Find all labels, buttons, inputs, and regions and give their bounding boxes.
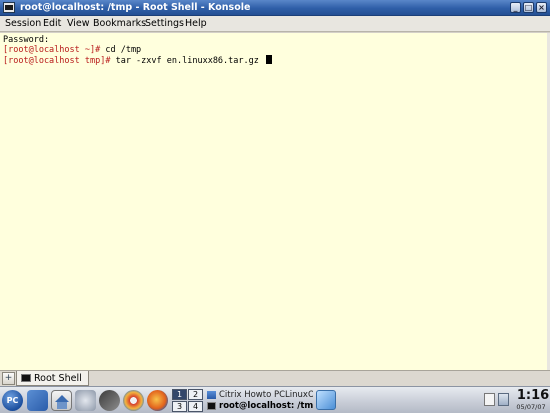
minimize-button[interactable]: _ <box>510 2 521 13</box>
network-tray-icon[interactable] <box>316 390 336 410</box>
start-menu-label: PC <box>6 396 19 405</box>
clock-time[interactable]: 1:16 <box>516 388 550 403</box>
taskbar-item-konsole[interactable]: root@localhost: /tmp <box>207 400 313 411</box>
new-session-icon[interactable]: + <box>2 372 15 385</box>
clipboard-tray-icon[interactable] <box>484 393 495 406</box>
desktop-3[interactable]: 3 <box>172 401 187 412</box>
package-manager-icon[interactable] <box>99 390 120 411</box>
clock-date: 05/07/07 <box>516 403 546 411</box>
terminal-line: Password: <box>3 35 547 45</box>
terminal-command: tar -zxvf en.linuxx86.tar.gz <box>110 56 259 66</box>
tab-root-shell[interactable]: Root Shell <box>16 371 89 386</box>
menu-edit[interactable]: Edit <box>42 17 62 30</box>
taskbar-item-label: Citrix Howto PCLinuxOS <box>219 389 313 400</box>
home-folder-icon[interactable] <box>51 390 72 411</box>
show-desktop-icon[interactable] <box>27 390 48 411</box>
maximize-button[interactable]: □ <box>523 2 534 13</box>
terminal-icon <box>21 374 31 382</box>
menu-bookmarks[interactable]: Bookmarks <box>92 17 147 30</box>
terminal-line: [root@localhost ~]# cd /tmp <box>3 45 547 55</box>
terminal-command: cd /tmp <box>100 45 142 55</box>
desktop-pager: 1 2 3 4 <box>172 389 204 412</box>
control-center-icon[interactable] <box>75 390 96 411</box>
window-titlebar[interactable]: root@localhost: /tmp - Root Shell - Kons… <box>0 0 550 16</box>
menu-settings[interactable]: Settings <box>144 17 185 30</box>
desktop-2[interactable]: 2 <box>188 389 203 400</box>
terminal-line: [root@localhost tmp]# tar -zxvf en.linux… <box>3 55 547 66</box>
close-button[interactable]: × <box>536 2 547 13</box>
taskbar-item-browser[interactable]: Citrix Howto PCLinuxOS <box>207 389 313 400</box>
desktop-4[interactable]: 4 <box>188 401 203 412</box>
desktop-1[interactable]: 1 <box>172 389 187 400</box>
terminal-cursor <box>265 55 272 64</box>
menu-view[interactable]: View <box>66 17 91 30</box>
terminal-text: Password: <box>3 35 50 45</box>
window-title: root@localhost: /tmp - Root Shell - Kons… <box>20 2 251 13</box>
terminal-output[interactable]: Password: [root@localhost ~]# cd /tmp [r… <box>0 33 550 370</box>
konsole-app-icon[interactable] <box>3 2 15 13</box>
session-tab-bar: + Root Shell <box>0 370 550 386</box>
menu-bar: Session Edit View Bookmarks Settings Hel… <box>0 16 550 32</box>
shell-prompt: [root@localhost ~]# <box>3 45 101 55</box>
help-lifebuoy-icon[interactable] <box>123 390 144 411</box>
taskbar-item-label: root@localhost: /tmp <box>219 400 313 411</box>
shell-prompt: [root@localhost tmp]# <box>3 56 111 66</box>
tab-label: Root Shell <box>34 372 82 384</box>
volume-tray-icon[interactable] <box>498 393 509 406</box>
menu-session[interactable]: Session <box>4 17 42 30</box>
konqueror-icon <box>207 390 216 399</box>
konsole-icon <box>207 401 216 410</box>
menu-help[interactable]: Help <box>184 17 208 30</box>
kde-panel: PC 1 2 3 4 Citrix Howto PCLinuxOS root@l… <box>0 386 550 413</box>
firefox-icon[interactable] <box>147 390 168 411</box>
start-menu-button[interactable]: PC <box>2 390 23 411</box>
